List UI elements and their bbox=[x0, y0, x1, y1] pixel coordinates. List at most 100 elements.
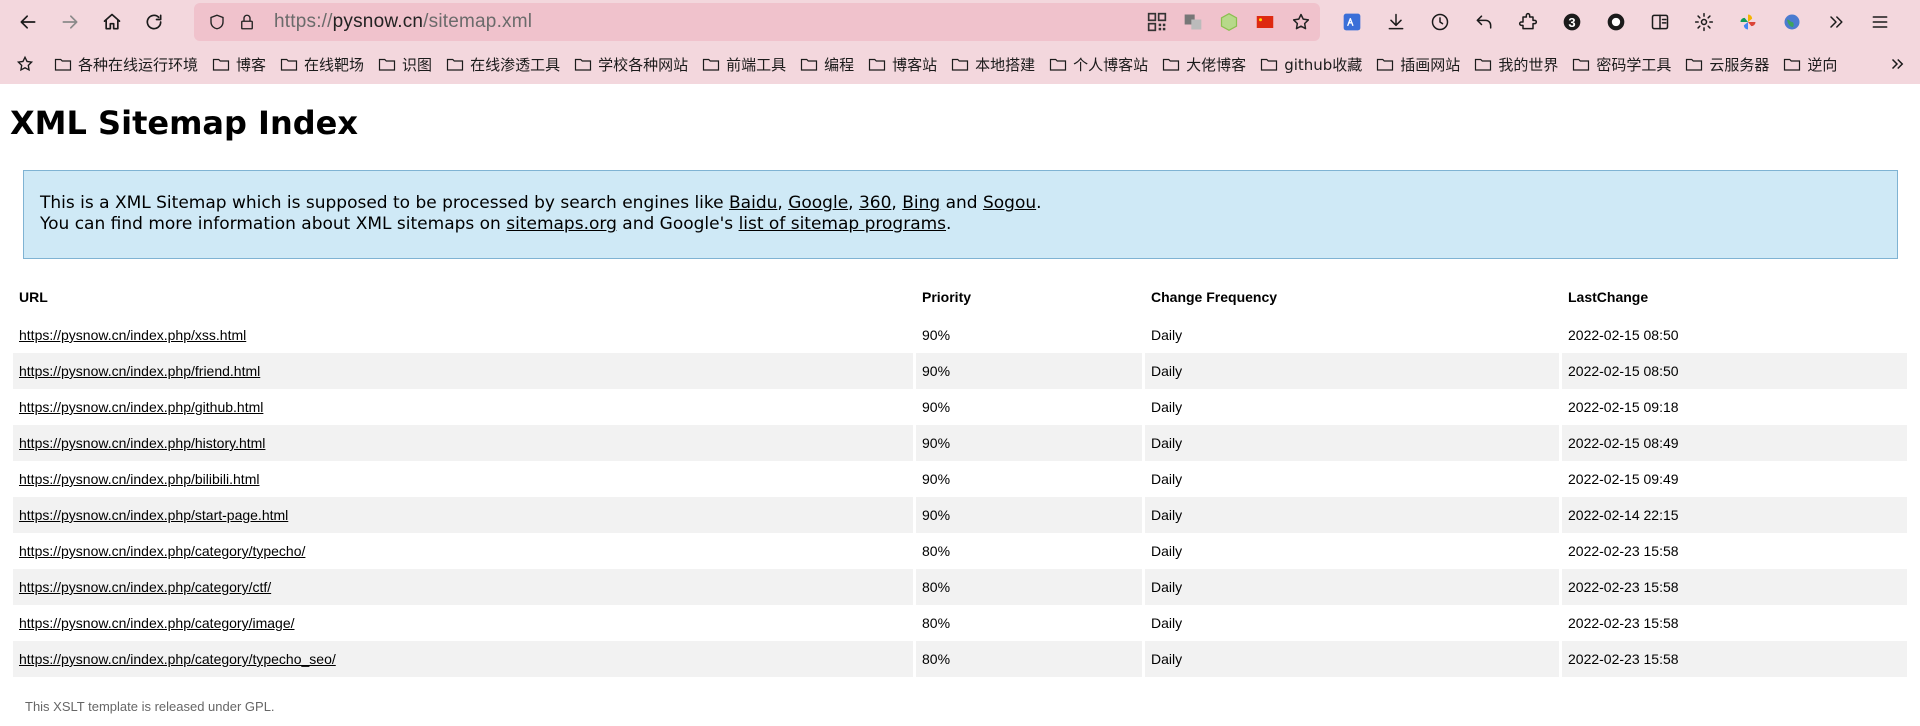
reload-button[interactable] bbox=[136, 4, 172, 40]
cell-priority: 80% bbox=[922, 615, 951, 631]
translate-page-icon[interactable] bbox=[1182, 11, 1204, 33]
circle-extension-icon[interactable] bbox=[1594, 0, 1638, 44]
forward-button[interactable] bbox=[52, 4, 88, 40]
bookmark-folder[interactable]: 学校各种网站 bbox=[568, 49, 694, 79]
header-url: URL bbox=[19, 289, 48, 305]
overflow-chevrons-icon[interactable] bbox=[1814, 0, 1858, 44]
extensions-puzzle-icon[interactable] bbox=[1506, 0, 1550, 44]
url-text[interactable]: https://pysnow.cn/sitemap.xml bbox=[274, 11, 532, 33]
translator-extension-icon[interactable] bbox=[1330, 0, 1374, 44]
hamburger-menu-icon[interactable] bbox=[1858, 0, 1902, 44]
reader-view-icon[interactable] bbox=[1638, 0, 1682, 44]
cell-change-frequency: Daily bbox=[1145, 425, 1559, 461]
cell-lastchange: 2022-02-23 15:58 bbox=[1568, 543, 1679, 559]
cell-change-frequency: Daily bbox=[1145, 569, 1559, 605]
bookmarks-overflow-icon[interactable] bbox=[1888, 44, 1906, 84]
link-360[interactable]: 360 bbox=[859, 193, 891, 213]
folder-icon bbox=[702, 58, 720, 71]
sitemap-url-link[interactable]: https://pysnow.cn/index.php/category/typ… bbox=[19, 651, 336, 667]
cell-lastchange: 2022-02-23 15:58 bbox=[1568, 615, 1679, 631]
link-sitemap-programs[interactable]: list of sitemap programs bbox=[739, 214, 946, 234]
globe-extension-icon[interactable] bbox=[1770, 0, 1814, 44]
extension-badge: 3 bbox=[1568, 14, 1576, 30]
downloads-icon[interactable] bbox=[1374, 0, 1418, 44]
cell-url: https://pysnow.cn/index.php/start-page.h… bbox=[13, 497, 913, 533]
bookmark-manage-icon[interactable] bbox=[14, 53, 36, 75]
table-row: https://pysnow.cn/index.php/category/typ… bbox=[13, 641, 1907, 677]
undo-arrow-icon[interactable] bbox=[1462, 0, 1506, 44]
link-sogou[interactable]: Sogou bbox=[983, 193, 1036, 213]
intro-line-2: You can find more information about XML … bbox=[40, 214, 1881, 235]
bookmark-folder[interactable]: 各种在线运行环境 bbox=[48, 49, 204, 79]
cell-url: https://pysnow.cn/index.php/category/typ… bbox=[13, 533, 913, 569]
sitemap-url-link[interactable]: https://pysnow.cn/index.php/xss.html bbox=[19, 327, 246, 343]
intro-text: . bbox=[1036, 193, 1042, 213]
bookmark-folder[interactable]: 个人博客站 bbox=[1043, 49, 1154, 79]
bookmark-folder[interactable]: 在线渗透工具 bbox=[440, 49, 566, 79]
cell-lastchange: 2022-02-15 08:50 bbox=[1562, 353, 1907, 389]
sitemap-table: URL Priority Change Frequency LastChange… bbox=[10, 279, 1910, 677]
link-google[interactable]: Google bbox=[788, 193, 848, 213]
cell-priority: 80% bbox=[916, 569, 1142, 605]
folder-icon bbox=[446, 58, 464, 71]
folder-icon bbox=[869, 58, 886, 71]
url-host: pysnow.cn bbox=[332, 11, 424, 32]
history-clock-icon[interactable] bbox=[1418, 0, 1462, 44]
bookmark-folder[interactable]: 本地搭建 bbox=[945, 49, 1041, 79]
lock-icon[interactable] bbox=[236, 11, 258, 33]
sitemap-url-link[interactable]: https://pysnow.cn/index.php/friend.html bbox=[19, 363, 260, 379]
sitemap-url-link[interactable]: https://pysnow.cn/index.php/category/ctf… bbox=[19, 579, 271, 595]
link-sitemaps-org[interactable]: sitemaps.org bbox=[506, 214, 617, 234]
url-bar[interactable]: https://pysnow.cn/sitemap.xml bbox=[194, 3, 1320, 41]
qr-code-icon[interactable] bbox=[1146, 11, 1168, 33]
pinwheel-extension-icon[interactable] bbox=[1726, 0, 1770, 44]
cell-priority: 80% bbox=[916, 641, 1142, 677]
bookmark-folder[interactable]: 博客 bbox=[206, 49, 272, 79]
folder-icon bbox=[1377, 58, 1394, 71]
footer-note: This XSLT template is released under GPL… bbox=[25, 699, 275, 714]
back-button[interactable] bbox=[10, 4, 46, 40]
bookmark-folder[interactable]: 我的世界 bbox=[1468, 49, 1564, 79]
header-priority: Priority bbox=[922, 289, 972, 305]
link-baidu[interactable]: Baidu bbox=[729, 193, 777, 213]
cell-change-frequency: Daily bbox=[1151, 615, 1183, 631]
bookmark-label: 各种在线运行环境 bbox=[78, 55, 199, 74]
bookmark-folder[interactable]: 识图 bbox=[372, 49, 438, 79]
sitemap-url-link[interactable]: https://pysnow.cn/index.php/category/typ… bbox=[19, 543, 305, 559]
arrow-left-icon bbox=[20, 15, 36, 29]
badge-extension-icon[interactable]: 3 bbox=[1550, 0, 1594, 44]
folder-icon bbox=[574, 58, 592, 71]
bookmark-folder[interactable]: 云服务器 bbox=[1679, 49, 1775, 79]
cell-url: https://pysnow.cn/index.php/github.html bbox=[13, 389, 913, 425]
link-bing[interactable]: Bing bbox=[902, 193, 940, 213]
bookmark-folder[interactable]: 插画网站 bbox=[1370, 49, 1466, 79]
bookmark-folder[interactable]: github收藏 bbox=[1254, 49, 1368, 79]
cell-lastchange: 2022-02-15 09:49 bbox=[1568, 471, 1679, 487]
sitemap-url-link[interactable]: https://pysnow.cn/index.php/category/ima… bbox=[19, 615, 295, 631]
bookmark-folder[interactable]: 逆向 bbox=[1777, 49, 1843, 79]
bookmark-folder[interactable]: 密码学工具 bbox=[1566, 49, 1677, 79]
bookmark-label: 我的世界 bbox=[1498, 55, 1559, 74]
settings-gear-icon[interactable] bbox=[1682, 0, 1726, 44]
table-row: https://pysnow.cn/index.php/category/typ… bbox=[13, 533, 1907, 569]
sitemap-url-link[interactable]: https://pysnow.cn/index.php/start-page.h… bbox=[19, 507, 288, 523]
bookmark-folder[interactable]: 编程 bbox=[794, 49, 860, 79]
cell-priority: 80% bbox=[922, 543, 951, 559]
bookmark-folder[interactable]: 前端工具 bbox=[696, 49, 792, 79]
china-flag-icon[interactable] bbox=[1254, 11, 1276, 33]
intro-text: . bbox=[946, 214, 952, 234]
bookmark-folder[interactable]: 博客站 bbox=[862, 49, 943, 79]
browser-toolbar: https://pysnow.cn/sitemap.xml 3 bbox=[0, 0, 1920, 44]
nodejs-extension-icon[interactable] bbox=[1218, 11, 1240, 33]
table-row: https://pysnow.cn/index.php/category/ima… bbox=[13, 605, 1907, 641]
sitemap-url-link[interactable]: https://pysnow.cn/index.php/history.html bbox=[19, 435, 265, 451]
bookmark-folder[interactable]: 在线靶场 bbox=[274, 49, 370, 79]
sitemap-url-link[interactable]: https://pysnow.cn/index.php/github.html bbox=[19, 399, 263, 415]
home-button[interactable] bbox=[94, 4, 130, 40]
bookmark-star-icon[interactable] bbox=[1290, 11, 1312, 33]
shield-icon[interactable] bbox=[206, 11, 228, 33]
folder-icon bbox=[1163, 58, 1180, 71]
intro-text: This is a XML Sitemap which is supposed … bbox=[40, 193, 730, 213]
bookmark-folder[interactable]: 大佬博客 bbox=[1156, 49, 1252, 79]
sitemap-url-link[interactable]: https://pysnow.cn/index.php/bilibili.htm… bbox=[19, 471, 259, 487]
